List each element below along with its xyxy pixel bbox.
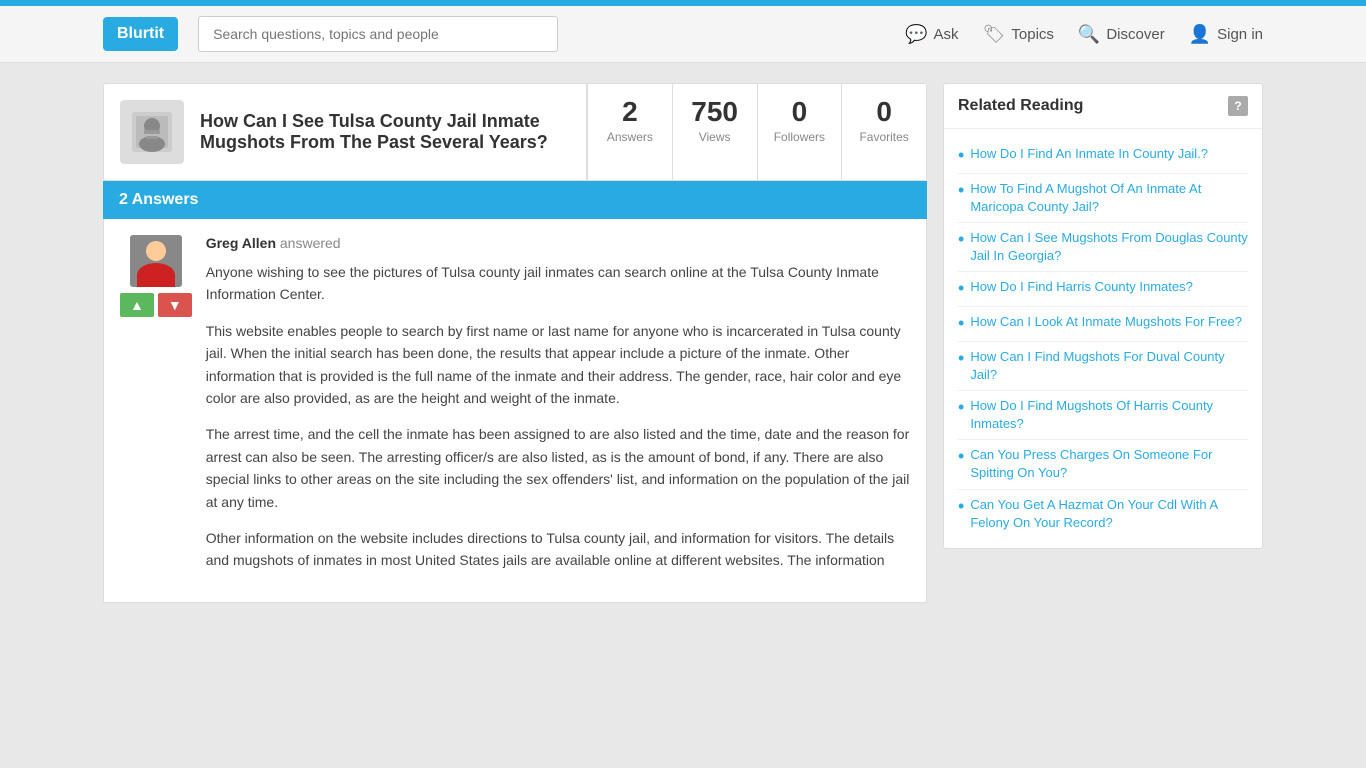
topics-icon: 🏷 — [983, 24, 1006, 45]
signin-icon: 👤 — [1189, 24, 1211, 45]
stat-answers: 2 Answers — [587, 84, 672, 180]
related-link-5[interactable]: How Can I Look At Inmate Mugshots For Fr… — [970, 313, 1242, 331]
answer-para-4: Other information on the website include… — [206, 527, 910, 572]
nav-signin-label: Sign in — [1217, 26, 1263, 43]
question-title: How Can I See Tulsa County Jail Inmate M… — [200, 111, 570, 153]
nav-ask[interactable]: 💬 Ask — [905, 24, 958, 45]
avatar — [130, 235, 182, 287]
list-item: • How Can I See Mugshots From Douglas Co… — [958, 223, 1248, 272]
list-item: • Can You Press Charges On Someone For S… — [958, 440, 1248, 489]
answer-content: Greg Allen answered Anyone wishing to se… — [206, 235, 910, 586]
related-link-9[interactable]: Can You Get A Hazmat On Your Cdl With A … — [970, 496, 1248, 532]
answer-para-1: Anyone wishing to see the pictures of Tu… — [206, 261, 910, 306]
nav-ask-label: Ask — [934, 26, 959, 43]
answers-header: 2 Answers — [103, 181, 927, 219]
related-link-8[interactable]: Can You Press Charges On Someone For Spi… — [970, 446, 1248, 482]
stat-favorites: 0 Favorites — [841, 84, 926, 180]
list-item: • How Do I Find Mugshots Of Harris Count… — [958, 391, 1248, 440]
answered-label: answered — [280, 235, 341, 251]
favorites-count: 0 — [858, 96, 910, 128]
content-area: How Can I See Tulsa County Jail Inmate M… — [103, 83, 927, 603]
question-icon — [120, 100, 184, 164]
answerer-info: Greg Allen answered — [206, 235, 910, 251]
avatar-head — [146, 241, 166, 261]
list-item: • Can You Get A Hazmat On Your Cdl With … — [958, 490, 1248, 538]
sidebar: Related Reading ? • How Do I Find An Inm… — [943, 83, 1263, 603]
answer-text: Anyone wishing to see the pictures of Tu… — [206, 261, 910, 572]
answers-label: Answers — [607, 130, 653, 144]
nav-discover-label: Discover — [1106, 26, 1164, 43]
answer-meta: ▲ ▼ Greg Allen answered Anyone wishing t… — [120, 235, 910, 586]
list-item: • How Do I Find An Inmate In County Jail… — [958, 139, 1248, 174]
related-link-4[interactable]: How Do I Find Harris County Inmates? — [970, 278, 1193, 296]
search-input[interactable] — [198, 16, 558, 52]
list-item: • How Do I Find Harris County Inmates? — [958, 272, 1248, 307]
sidebar-header: Related Reading ? — [944, 84, 1262, 129]
vote-up-button[interactable]: ▲ — [120, 293, 154, 317]
bullet-icon: • — [958, 313, 964, 335]
avatar-wrapper: ▲ ▼ — [120, 235, 192, 317]
bullet-icon: • — [958, 229, 964, 251]
answer-para-2: This website enables people to search by… — [206, 320, 910, 410]
views-label: Views — [699, 130, 731, 144]
views-count: 750 — [689, 96, 741, 128]
bullet-icon: • — [958, 145, 964, 167]
stat-views: 750 Views — [672, 84, 757, 180]
vote-down-button[interactable]: ▼ — [158, 293, 192, 317]
answers-count: 2 — [604, 96, 656, 128]
ask-icon: 💬 — [905, 24, 927, 45]
related-link-3[interactable]: How Can I See Mugshots From Douglas Coun… — [970, 229, 1248, 265]
related-link-7[interactable]: How Do I Find Mugshots Of Harris County … — [970, 397, 1248, 433]
question-section: How Can I See Tulsa County Jail Inmate M… — [103, 83, 927, 181]
bullet-icon: • — [958, 278, 964, 300]
followers-label: Followers — [774, 130, 825, 144]
list-item: • How To Find A Mugshot Of An Inmate At … — [958, 174, 1248, 223]
bullet-icon: • — [958, 397, 964, 419]
list-item: • How Can I Find Mugshots For Duval Coun… — [958, 342, 1248, 391]
search-box — [198, 16, 558, 52]
bullet-icon: • — [958, 348, 964, 370]
favorites-label: Favorites — [859, 130, 908, 144]
nav-discover[interactable]: 🔍 Discover — [1078, 24, 1165, 45]
header: Blurtit 💬 Ask 🏷 Topics 🔍 Discover 👤 Sign… — [0, 6, 1366, 63]
discover-icon: 🔍 — [1078, 24, 1100, 45]
avatar-body — [137, 263, 175, 287]
answerer-name: Greg Allen — [206, 235, 276, 251]
stat-followers: 0 Followers — [757, 84, 842, 180]
bullet-icon: • — [958, 180, 964, 202]
nav-topics[interactable]: 🏷 Topics — [983, 24, 1054, 45]
question-main: How Can I See Tulsa County Jail Inmate M… — [104, 84, 586, 180]
nav-topics-label: Topics — [1011, 26, 1054, 43]
logo[interactable]: Blurtit — [103, 17, 178, 51]
sidebar-box: Related Reading ? • How Do I Find An Inm… — [943, 83, 1263, 549]
followers-count: 0 — [774, 96, 826, 128]
related-list: • How Do I Find An Inmate In County Jail… — [944, 129, 1262, 548]
related-link-1[interactable]: How Do I Find An Inmate In County Jail.? — [970, 145, 1208, 163]
mugshot-svg-icon — [128, 108, 176, 156]
nav: 💬 Ask 🏷 Topics 🔍 Discover 👤 Sign in — [905, 24, 1263, 45]
nav-signin[interactable]: 👤 Sign in — [1189, 24, 1263, 45]
bullet-icon: • — [958, 446, 964, 468]
answer-block: ▲ ▼ Greg Allen answered Anyone wishing t… — [103, 219, 927, 603]
main-layout: How Can I See Tulsa County Jail Inmate M… — [83, 83, 1283, 603]
related-link-6[interactable]: How Can I Find Mugshots For Duval County… — [970, 348, 1248, 384]
vote-buttons: ▲ ▼ — [120, 293, 192, 317]
list-item: • How Can I Look At Inmate Mugshots For … — [958, 307, 1248, 342]
related-link-2[interactable]: How To Find A Mugshot Of An Inmate At Ma… — [970, 180, 1248, 216]
sidebar-title: Related Reading — [958, 97, 1083, 115]
bullet-icon: • — [958, 496, 964, 518]
help-icon[interactable]: ? — [1228, 96, 1248, 116]
stats-row: 2 Answers 750 Views 0 Followers 0 Favori… — [586, 84, 926, 180]
answer-para-3: The arrest time, and the cell the inmate… — [206, 423, 910, 513]
